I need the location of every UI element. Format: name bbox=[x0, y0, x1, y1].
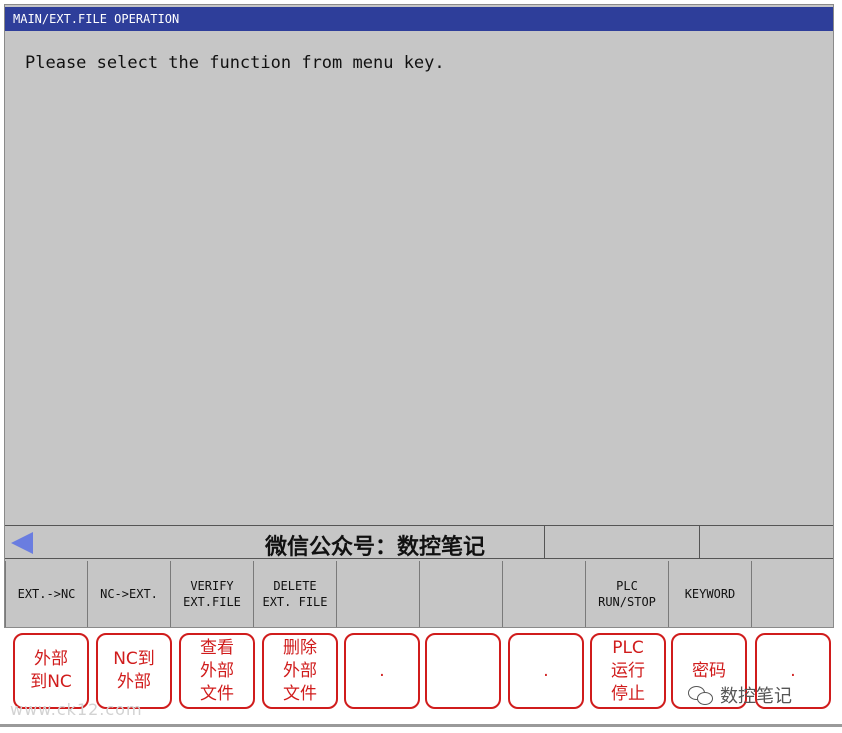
status-cell-3 bbox=[700, 526, 833, 558]
cnc-screen: MAIN/EXT.FILE OPERATION Please select th… bbox=[4, 4, 834, 628]
watermark-brand: 数控笔记 bbox=[688, 682, 792, 708]
bottom-divider bbox=[0, 724, 842, 727]
caption-nc-to-ext: NC到 外部 bbox=[96, 633, 172, 709]
window-title: MAIN/EXT.FILE OPERATION bbox=[5, 7, 833, 31]
wechat-icon bbox=[688, 684, 714, 706]
watermark-url: www.ck12.com bbox=[10, 700, 143, 719]
prompt-message: Please select the function from menu key… bbox=[25, 53, 445, 73]
status-cell-main: 微信公众号：数控笔记 bbox=[5, 526, 545, 560]
caption-plc: PLC 运行 停止 bbox=[590, 633, 666, 709]
status-cell-2 bbox=[545, 526, 700, 558]
watermark-brand-text: 数控笔记 bbox=[720, 686, 792, 707]
softkey-empty-10[interactable] bbox=[752, 561, 833, 627]
caption-7: . bbox=[508, 633, 584, 709]
softkey-empty-5[interactable] bbox=[337, 561, 420, 627]
caption-verify: 查看 外部 文件 bbox=[179, 633, 255, 709]
caption-ext-to-nc: 外部 到NC bbox=[13, 633, 89, 709]
softkey-keyword[interactable]: KEYWORD bbox=[669, 561, 752, 627]
softkey-empty-7[interactable] bbox=[503, 561, 586, 627]
caption-6 bbox=[425, 633, 501, 709]
softkey-delete-ext-file[interactable]: DELETE EXT. FILE bbox=[254, 561, 337, 627]
left-arrow-icon[interactable] bbox=[11, 532, 33, 554]
status-text: 微信公众号：数控笔记 bbox=[265, 534, 486, 560]
caption-5: . bbox=[344, 633, 420, 709]
status-bar: 微信公众号：数控笔记 bbox=[5, 525, 833, 560]
softkey-nc-to-ext[interactable]: NC->EXT. bbox=[88, 561, 171, 627]
caption-delete: 删除 外部 文件 bbox=[262, 633, 338, 709]
softkey-plc-run-stop[interactable]: PLC RUN/STOP bbox=[586, 561, 669, 627]
softkey-row: EXT.->NC NC->EXT. VERIFY EXT.FILE DELETE… bbox=[5, 561, 833, 627]
softkey-ext-to-nc[interactable]: EXT.->NC bbox=[5, 561, 88, 627]
softkey-verify-ext-file[interactable]: VERIFY EXT.FILE bbox=[171, 561, 254, 627]
softkey-empty-6[interactable] bbox=[420, 561, 503, 627]
